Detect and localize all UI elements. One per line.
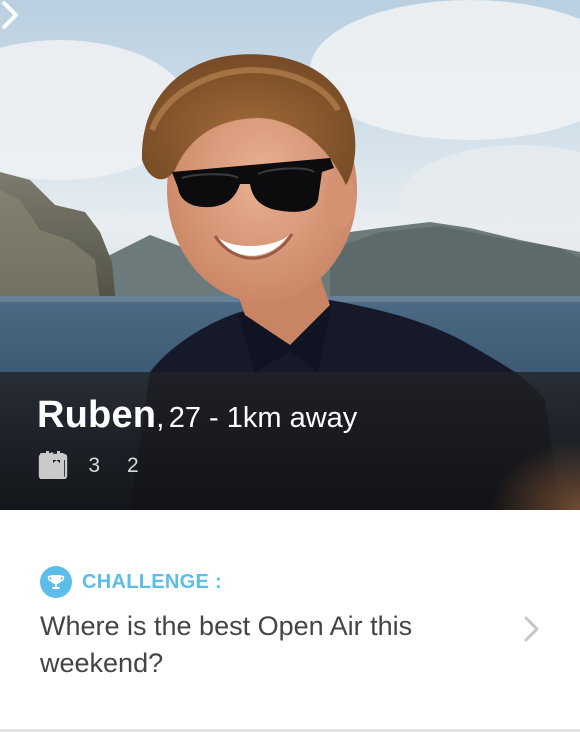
info-overlay (0, 372, 580, 510)
challenge-title: CHALLENGE : (82, 570, 222, 593)
challenge-header: CHALLENGE : (40, 566, 222, 598)
stat-value: 3 (88, 454, 101, 477)
age-distance: 27 - 1km away (168, 402, 358, 434)
profile-card[interactable]: Ruben, 27 - 1km away 12 3 (0, 0, 580, 732)
stat-books: 3 (40, 453, 101, 478)
profile-name: Ruben (37, 394, 157, 436)
chevron-right-icon[interactable] (0, 0, 22, 30)
chevron-right-icon[interactable] (522, 615, 542, 643)
stat-value: 2 (127, 454, 139, 477)
name-line: Ruben, 27 - 1km away (37, 396, 357, 434)
overlay-glow (490, 440, 580, 510)
trophy-badge (40, 566, 72, 598)
profile-stats: 12 3 (38, 451, 166, 481)
trophy-icon (47, 575, 65, 589)
stat-events: 2 (38, 451, 139, 479)
challenge-text[interactable]: Where is the best Open Air this weekend? (40, 608, 480, 682)
profile-photo[interactable]: Ruben, 27 - 1km away 12 3 (0, 0, 580, 510)
name-separator: , (156, 402, 165, 434)
calendar-icon (38, 451, 68, 479)
